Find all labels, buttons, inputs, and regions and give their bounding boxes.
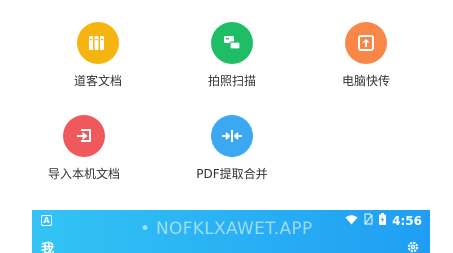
battery-icon	[379, 213, 387, 228]
tile-label: PDF提取合并	[196, 167, 268, 181]
status-indicators: 4:56	[345, 213, 422, 228]
status-bar: A • NOFKLXAWET.APP 4:56 我	[32, 210, 430, 253]
clock: 4:56	[392, 213, 422, 228]
watermark: • NOFKLXAWET.APP	[140, 219, 313, 239]
books-icon	[77, 22, 119, 64]
scan-icon	[211, 22, 253, 64]
tile-label: 电脑快传	[341, 74, 390, 88]
merge-icon	[211, 115, 253, 157]
tile-pdf-extract-merge[interactable]: PDF提取合并	[172, 115, 292, 195]
tile-photo-scan[interactable]: 拍照扫描	[172, 22, 292, 102]
tile-label: 导入本机文档	[47, 167, 120, 181]
wifi-icon	[345, 214, 358, 228]
tile-pc-transfer[interactable]: 电脑快传	[306, 22, 426, 102]
gear-icon[interactable]	[406, 239, 420, 253]
tile-label: 拍照扫描	[207, 74, 256, 88]
no-sim-icon	[364, 213, 373, 228]
app-screen: 道客文档 拍照扫描 电脑快传 导入本机文档 PDF提取合并 A • NOFKLX…	[0, 0, 453, 253]
notification-icon: A	[41, 215, 52, 226]
import-icon	[63, 115, 105, 157]
tile-label: 道客文档	[73, 74, 122, 88]
tile-daoke-docs[interactable]: 道客文档	[38, 22, 158, 102]
upload-icon	[345, 22, 387, 64]
page-title: 我	[41, 242, 55, 253]
tile-import-local-docs[interactable]: 导入本机文档	[24, 115, 144, 195]
